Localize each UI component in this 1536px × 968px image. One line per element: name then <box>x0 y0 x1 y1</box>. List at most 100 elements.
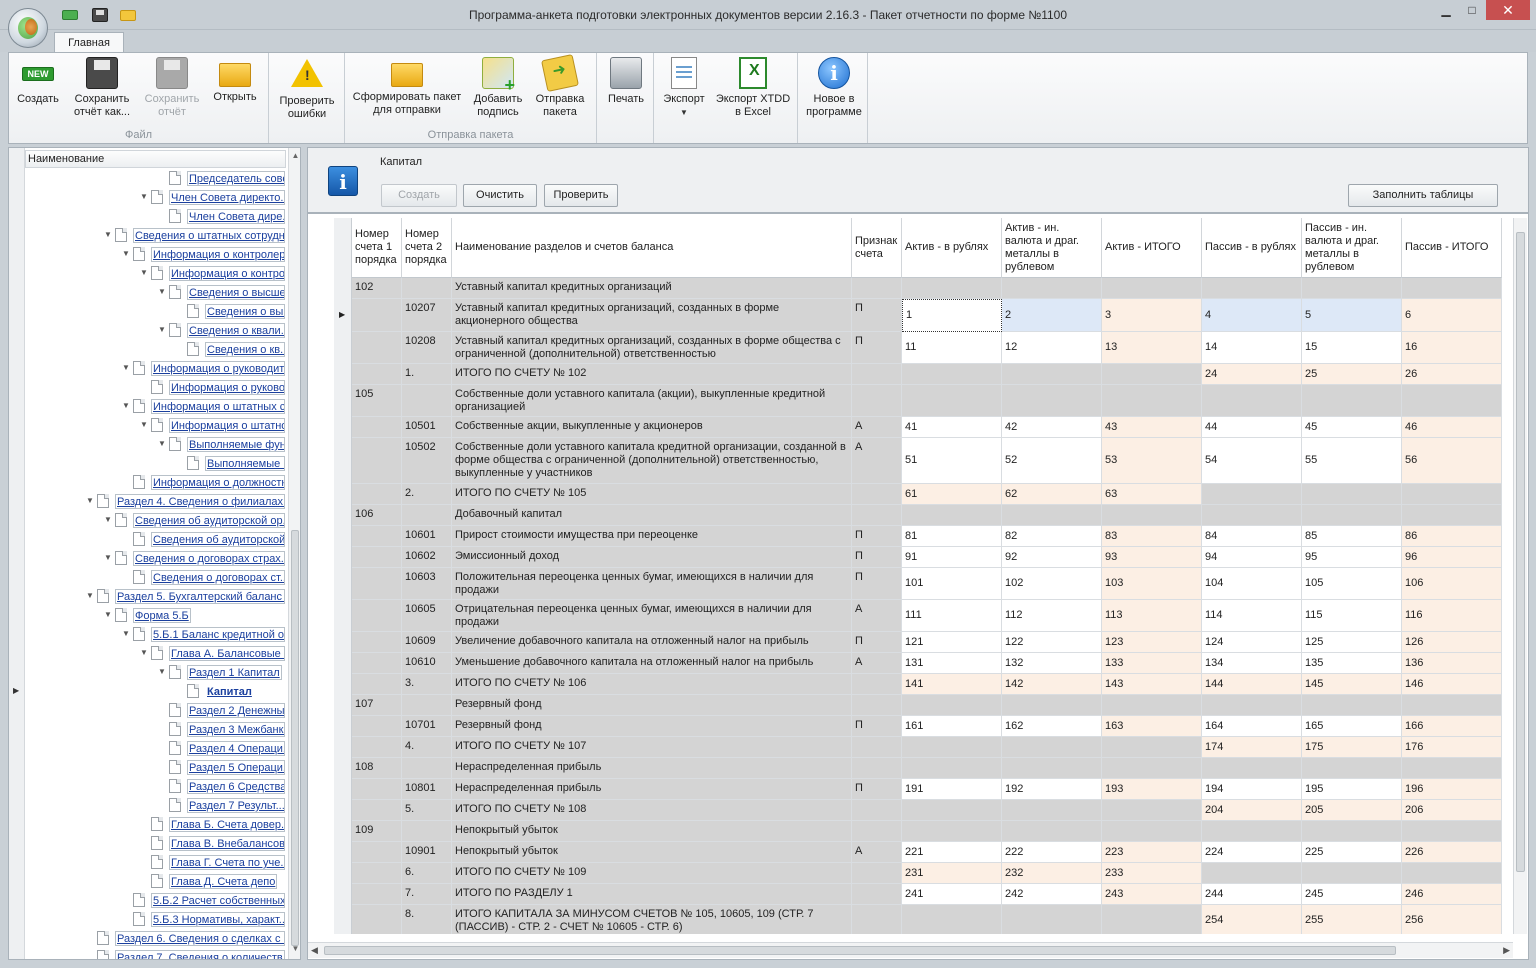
tree-item-label[interactable]: Информация о руково... <box>169 380 285 395</box>
chevron-down-icon[interactable]: ▼ <box>157 325 167 335</box>
tree-item[interactable]: Раздел 2 Денежны... <box>25 701 287 720</box>
tree-item-label[interactable]: Раздел 5 Операци... <box>187 760 285 775</box>
value-cell[interactable]: 121 <box>902 632 1002 653</box>
column-header[interactable]: Актив - ИТОГО <box>1102 218 1202 278</box>
column-header[interactable]: Пассив - в рублях <box>1202 218 1302 278</box>
chevron-down-icon[interactable]: ▼ <box>157 667 167 677</box>
tree-item-label[interactable]: Председатель совета ... <box>187 171 285 186</box>
tree-item[interactable]: Раздел 6. Сведения о сделках с ... <box>25 929 287 948</box>
chevron-down-icon[interactable]: ▼ <box>103 230 113 240</box>
column-header[interactable]: Номер счета 2 порядка <box>402 218 452 278</box>
value-cell[interactable]: 52 <box>1002 438 1102 484</box>
tree-item-label[interactable]: Сведения о договорах ст... <box>151 570 285 585</box>
value-cell[interactable]: 112 <box>1002 600 1102 632</box>
value-cell[interactable]: 5 <box>1302 299 1402 332</box>
column-header[interactable]: Пассив - ин. валюта и драг. металлы в ру… <box>1302 218 1402 278</box>
tree-item[interactable]: ▼ Сведения о квали... <box>25 321 287 340</box>
tree-item[interactable]: Глава Д. Счета депо <box>25 872 287 891</box>
tree-item-label[interactable]: 5.Б.1 Баланс кредитной о... <box>151 627 285 642</box>
tree-item[interactable]: Глава В. Внебалансов... <box>25 834 287 853</box>
tree-item[interactable]: ▼ Выполняемые фун... <box>25 435 287 454</box>
chevron-down-icon[interactable]: ▼ <box>121 363 131 373</box>
tree-item[interactable]: Сведения о договорах ст... <box>25 568 287 587</box>
value-cell[interactable]: 162 <box>1002 716 1102 737</box>
check-button[interactable]: Проверить <box>544 184 618 207</box>
value-cell[interactable]: 221 <box>902 842 1002 863</box>
open-button[interactable]: Открыть <box>207 57 263 104</box>
tree-item-label[interactable]: Информация о штатно... <box>169 418 285 433</box>
check-errors-button[interactable]: ! Проверить ошибки <box>273 57 341 121</box>
tree-scrollbar[interactable]: ▲ ▼ <box>288 148 300 959</box>
tree-item-label[interactable]: Глава В. Внебалансов... <box>169 836 285 851</box>
tree-item[interactable]: Сведения о кв... <box>25 340 287 359</box>
tree-item[interactable]: Раздел 7. Сведения о количеств... <box>25 948 287 959</box>
tree-item[interactable]: ▼ Информация о руководит... <box>25 359 287 378</box>
tree-item[interactable]: ▼ Информация о контро... <box>25 264 287 283</box>
tree-item[interactable]: ▼ Раздел 4. Сведения о филиалах ... <box>25 492 287 511</box>
tree-item[interactable]: ▼ Информация о штатно... <box>25 416 287 435</box>
chevron-down-icon[interactable]: ▼ <box>103 553 113 563</box>
value-cell[interactable]: 45 <box>1302 417 1402 438</box>
value-cell[interactable]: 42 <box>1002 417 1102 438</box>
scroll-down-icon[interactable]: ▼ <box>290 944 300 956</box>
value-cell[interactable]: 51 <box>902 438 1002 484</box>
chevron-down-icon[interactable]: ▼ <box>103 610 113 620</box>
tree-item-label[interactable]: Глава Г. Счета по уче... <box>169 855 285 870</box>
tree-item[interactable]: Сведения об аудиторской... <box>25 530 287 549</box>
maximize-icon[interactable]: □ <box>1458 0 1486 20</box>
chevron-down-icon[interactable]: ▼ <box>121 401 131 411</box>
value-cell[interactable]: 95 <box>1302 547 1402 568</box>
export-xtdd-button[interactable]: Экспорт XTDD в Excel <box>712 57 794 119</box>
scroll-left-icon[interactable]: ◀ <box>311 945 318 956</box>
tree-item[interactable]: Раздел 4 Операци... <box>25 739 287 758</box>
tree-item[interactable]: Председатель совета ... <box>25 169 287 188</box>
minimize-icon[interactable]: ▁ <box>1432 0 1460 20</box>
grid-vertical-scrollbar[interactable] <box>1513 218 1527 934</box>
value-cell[interactable]: 41 <box>902 417 1002 438</box>
tree-item[interactable]: ▼ Сведения о высше... <box>25 283 287 302</box>
chevron-down-icon[interactable]: ▼ <box>85 496 95 506</box>
column-header[interactable]: Актив - в рублях <box>902 218 1002 278</box>
tree-item-label[interactable]: Капитал <box>205 684 254 699</box>
value-cell[interactable]: 82 <box>1002 526 1102 547</box>
clear-button[interactable]: Очистить <box>463 184 537 207</box>
save-as-button[interactable]: Сохранить отчёт как... <box>67 57 137 119</box>
value-cell[interactable]: 164 <box>1202 716 1302 737</box>
column-header[interactable]: Наименование разделов и счетов баланса <box>452 218 852 278</box>
add-signature-button[interactable]: Добавить подпись <box>469 57 527 119</box>
tree-item-label[interactable]: Раздел 7. Сведения о количеств... <box>115 950 285 959</box>
tree-item-label[interactable]: 5.Б.2 Расчет собственных... <box>151 893 285 908</box>
value-cell[interactable]: 135 <box>1302 653 1402 674</box>
chevron-down-icon[interactable]: ▼ <box>157 439 167 449</box>
value-cell[interactable]: 15 <box>1302 332 1402 364</box>
tree-item-label[interactable]: Член Совета дире... <box>187 209 285 224</box>
value-cell[interactable]: 94 <box>1202 547 1302 568</box>
scroll-up-icon[interactable]: ▲ <box>290 151 300 163</box>
value-cell[interactable]: 161 <box>902 716 1002 737</box>
tree-item-label[interactable]: Выполняемые ... <box>205 456 285 471</box>
value-cell[interactable]: 2 <box>1002 299 1102 332</box>
tree-item-label[interactable]: Раздел 7 Результ... <box>187 798 285 813</box>
tree-item-label[interactable]: Глава Д. Счета депо <box>169 874 278 889</box>
tree-item[interactable]: 5.Б.3 Нормативы, характ... <box>25 910 287 929</box>
tree-item[interactable]: ▼ 5.Б.1 Баланс кредитной о... <box>25 625 287 644</box>
value-cell[interactable]: 55 <box>1302 438 1402 484</box>
tree-item[interactable]: Информация о руково... <box>25 378 287 397</box>
export-button[interactable]: Экспорт ▼ <box>658 57 710 119</box>
tree-item-label[interactable]: Информация о штатных с... <box>151 399 285 414</box>
send-package-button[interactable]: Отправка пакета <box>529 54 591 119</box>
column-header[interactable]: Номер счета 1 порядка <box>352 218 402 278</box>
print-button[interactable]: Печать <box>601 57 651 106</box>
tab-main[interactable]: Главная <box>54 32 124 53</box>
value-cell[interactable]: 222 <box>1002 842 1102 863</box>
tree-item[interactable]: Член Совета дире... <box>25 207 287 226</box>
chevron-down-icon[interactable]: ▼ <box>85 591 95 601</box>
app-menu-orb-icon[interactable] <box>8 8 48 48</box>
tree-item[interactable]: Глава Б. Счета довер... <box>25 815 287 834</box>
chevron-down-icon[interactable]: ▼ <box>139 268 149 278</box>
tree-item-label[interactable]: Раздел 2 Денежны... <box>187 703 285 718</box>
value-cell[interactable]: 92 <box>1002 547 1102 568</box>
tree-scroll-thumb[interactable] <box>291 530 299 946</box>
tree-item[interactable]: Капитал <box>25 682 287 701</box>
value-cell[interactable]: 195 <box>1302 779 1402 800</box>
